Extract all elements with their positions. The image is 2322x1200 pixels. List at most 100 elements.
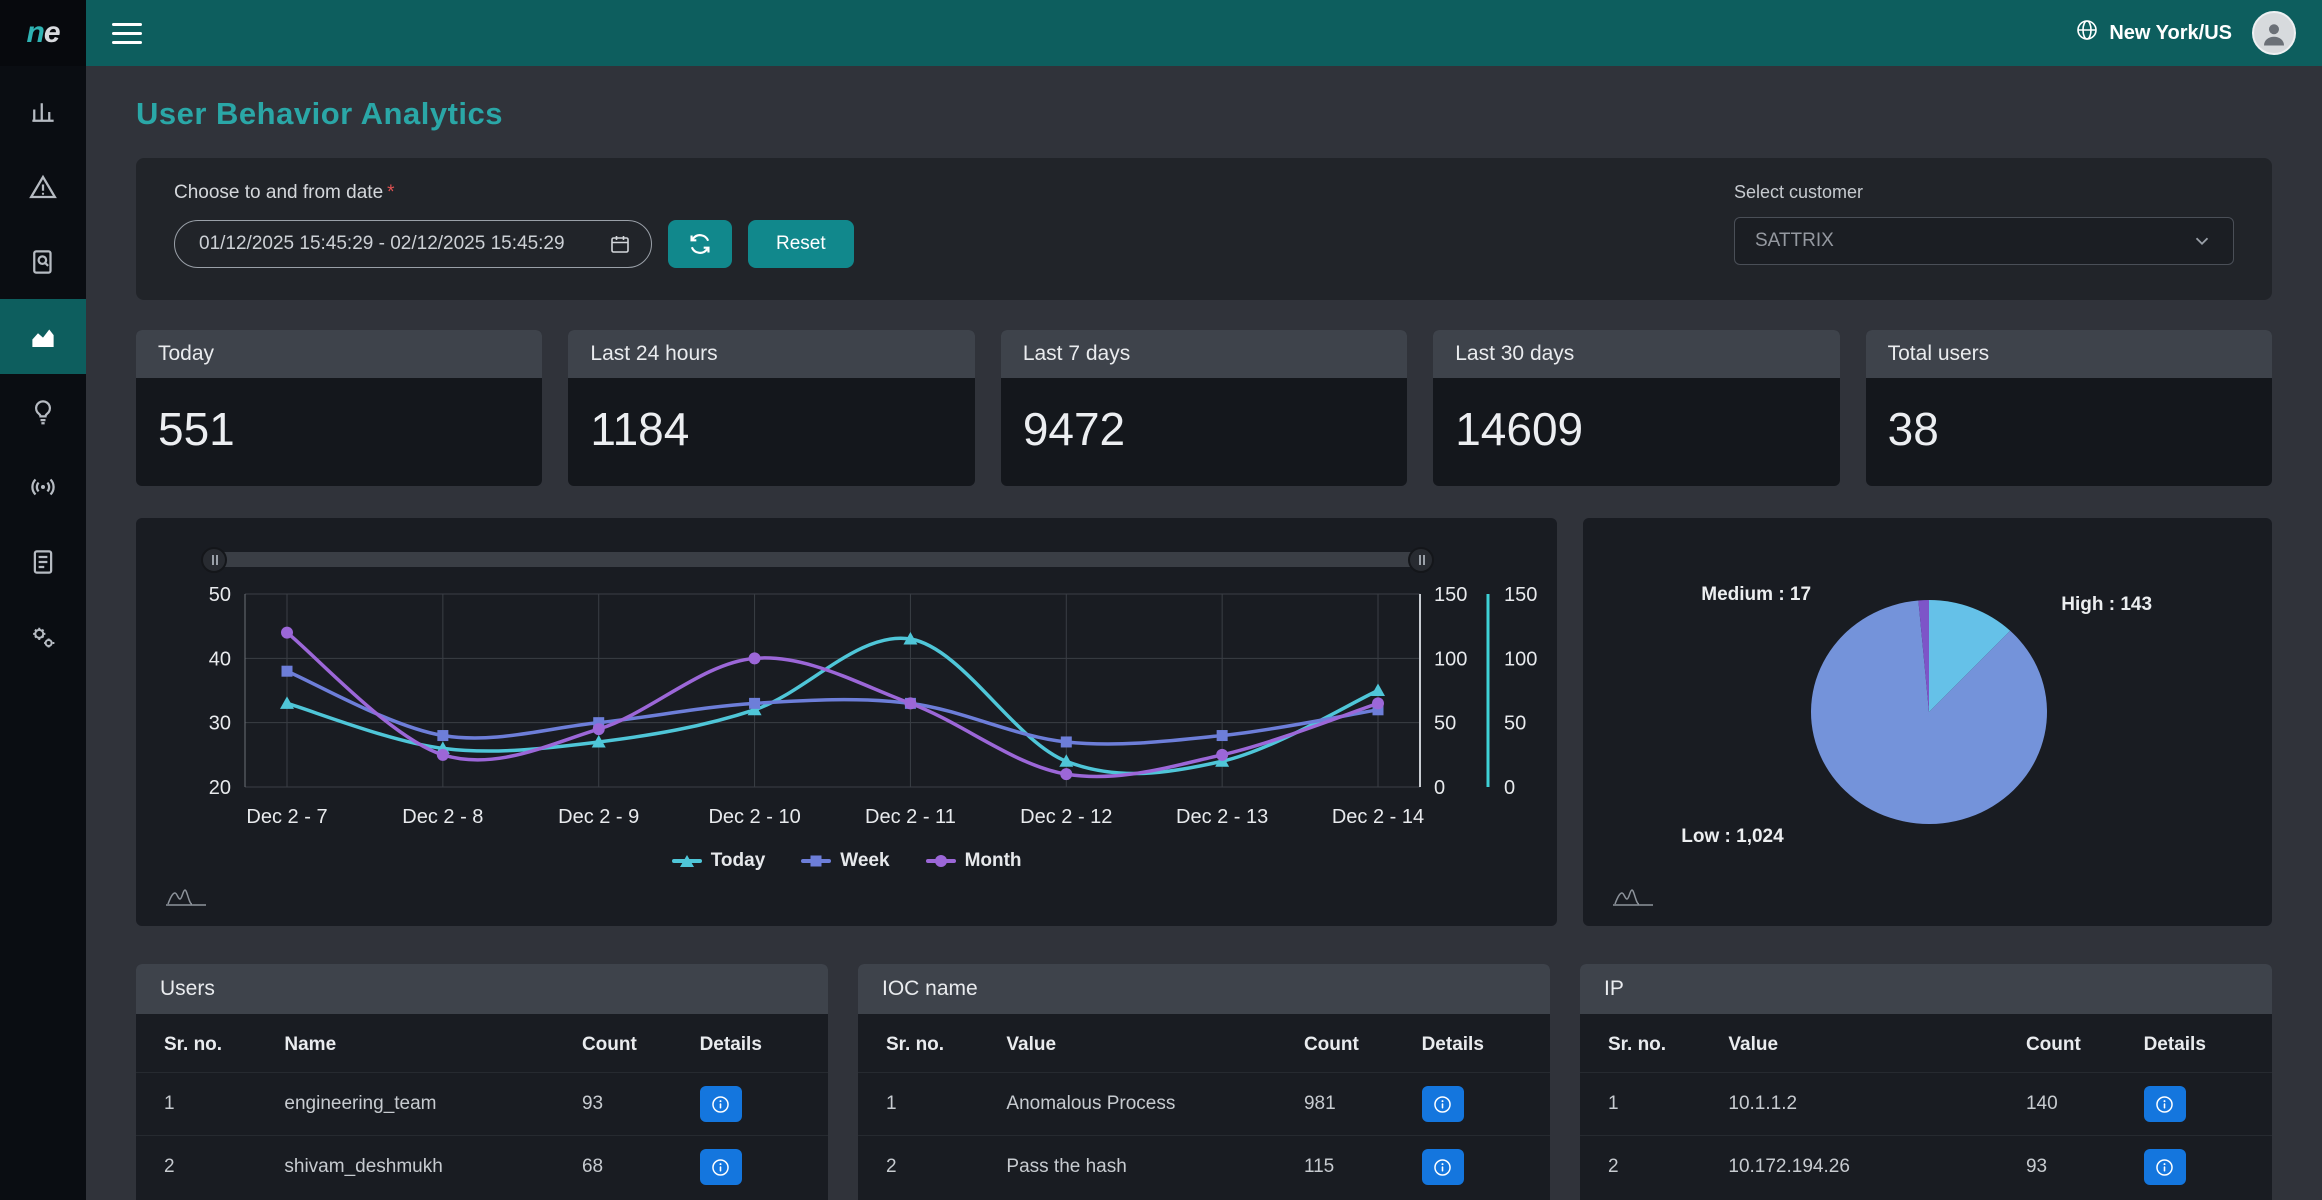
slider-handle-left[interactable] (201, 547, 227, 573)
sidebar-item-reports[interactable] (0, 524, 86, 599)
cell-name: shivam_deshmukh (274, 1136, 572, 1199)
slider-handle-right[interactable] (1408, 547, 1434, 573)
person-icon (2259, 18, 2289, 48)
warning-triangle-icon (28, 172, 58, 202)
cell-count: 68 (572, 1136, 690, 1199)
chart-navigator-icon[interactable] (1611, 885, 1655, 912)
svg-text:40: 40 (209, 648, 231, 670)
calendar-icon[interactable] (608, 232, 632, 261)
cell-sr-no: 1 (858, 1073, 996, 1136)
sidebar-item-alerts[interactable] (0, 149, 86, 224)
column-header: Count (1294, 1014, 1412, 1073)
chart-range-slider[interactable] (214, 552, 1421, 567)
sidebar-item-log-search[interactable] (0, 224, 86, 299)
column-header: Sr. no. (858, 1014, 996, 1073)
gears-icon (28, 622, 58, 652)
details-info-button[interactable] (2144, 1149, 2186, 1185)
info-icon (1432, 1094, 1453, 1115)
stat-label: Last 7 days (1001, 330, 1407, 378)
pie-chart[interactable] (1759, 566, 2099, 858)
main-content: User Behavior Analytics Choose to and fr… (86, 66, 2322, 1200)
location-selector[interactable]: New York/US (2075, 18, 2232, 48)
area-chart-icon (28, 322, 58, 352)
details-info-button[interactable] (700, 1149, 742, 1185)
cell-count: 981 (1294, 1073, 1412, 1136)
page-title: User Behavior Analytics (136, 96, 2272, 132)
document-icon (28, 547, 58, 577)
bulb-icon (28, 397, 58, 427)
user-avatar[interactable] (2252, 11, 2296, 55)
svg-text:100: 100 (1434, 648, 1467, 670)
svg-text:100: 100 (1504, 648, 1537, 670)
customer-select[interactable]: SATTRIX (1734, 217, 2234, 265)
svg-text:30: 30 (209, 713, 231, 735)
line-chart: 50403020Dec 2 - 7Dec 2 - 8Dec 2 - 9Dec 2… (170, 582, 1564, 834)
sidebar-item-insights[interactable] (0, 374, 86, 449)
sidebar-item-settings[interactable] (0, 599, 86, 674)
reset-button[interactable]: Reset (748, 220, 854, 268)
cell-sr-no: 1 (1580, 1073, 1718, 1136)
legend-marker (926, 859, 956, 863)
svg-text:20: 20 (209, 777, 231, 799)
details-info-button[interactable] (2144, 1086, 2186, 1122)
svg-text:50: 50 (1434, 713, 1456, 735)
chart-legend: Today Week Month (136, 850, 1557, 872)
pie-label-low: Low : 1,024 (1681, 826, 1783, 848)
refresh-button[interactable] (668, 220, 732, 268)
app-logo[interactable]: nnee (0, 0, 86, 66)
stat-label: Last 24 hours (568, 330, 974, 378)
bar-chart-icon (28, 97, 58, 127)
details-info-button[interactable] (1422, 1149, 1464, 1185)
column-header: Count (572, 1014, 690, 1073)
customer-select-value: SATTRIX (1755, 230, 1834, 252)
svg-text:Dec 2 - 12: Dec 2 - 12 (1020, 806, 1112, 828)
svg-text:50: 50 (1504, 713, 1526, 735)
ip-table: Sr. no. Value Count Details 1 10.1.1.2 1… (1580, 1014, 2272, 1198)
legend-label: Week (840, 850, 889, 872)
sidebar-item-analytics[interactable] (0, 74, 86, 149)
svg-text:150: 150 (1504, 584, 1537, 606)
legend-marker (672, 859, 702, 863)
svg-text:Dec 2 - 8: Dec 2 - 8 (402, 806, 483, 828)
required-asterisk: * (387, 182, 394, 203)
legend-label: Month (965, 850, 1022, 872)
info-icon (1432, 1157, 1453, 1178)
users-table: Sr. no. Name Count Details 1 engineering… (136, 1014, 828, 1198)
trend-line-chart-card: 50403020Dec 2 - 7Dec 2 - 8Dec 2 - 9Dec 2… (136, 518, 1557, 926)
table-title: IP (1580, 964, 2272, 1014)
filter-card: Choose to and from date* Reset (136, 158, 2272, 300)
globe-icon (2075, 18, 2099, 48)
chart-navigator-icon[interactable] (164, 885, 208, 912)
sidebar (0, 66, 86, 1200)
cell-name: engineering_team (274, 1073, 572, 1136)
svg-text:Dec 2 - 13: Dec 2 - 13 (1176, 806, 1268, 828)
cell-sr-no: 2 (136, 1136, 274, 1199)
details-info-button[interactable] (1422, 1086, 1464, 1122)
legend-item-month[interactable]: Month (926, 850, 1022, 872)
cell-sr-no: 1 (136, 1073, 274, 1136)
table-row: 1 10.1.1.2 140 (1580, 1073, 2272, 1136)
stat-card-last-30-days: Last 30 days 14609 (1433, 330, 1839, 486)
table-row: 1 engineering_team 93 (136, 1073, 828, 1136)
charts-row: 50403020Dec 2 - 7Dec 2 - 8Dec 2 - 9Dec 2… (136, 518, 2272, 926)
ip-table-card: IP Sr. no. Value Count Details 1 10.1.1.… (1580, 964, 2272, 1200)
info-icon (710, 1157, 731, 1178)
details-info-button[interactable] (700, 1086, 742, 1122)
stat-card-last-7-days: Last 7 days 9472 (1001, 330, 1407, 486)
legend-marker (801, 859, 831, 863)
ioc-table: Sr. no. Value Count Details 1 Anomalous … (858, 1014, 1550, 1198)
cell-value: 10.172.194.26 (1718, 1136, 2016, 1199)
sidebar-item-behavior-analytics[interactable] (0, 299, 86, 374)
stats-row: Today 551 Last 24 hours 1184 Last 7 days… (136, 330, 2272, 486)
cell-count: 140 (2016, 1073, 2134, 1136)
table-title: IOC name (858, 964, 1550, 1014)
cell-count: 93 (572, 1073, 690, 1136)
legend-item-today[interactable]: Today (672, 850, 766, 872)
sidebar-item-live-monitor[interactable] (0, 449, 86, 524)
legend-item-week[interactable]: Week (801, 850, 889, 872)
cell-sr-no: 2 (1580, 1136, 1718, 1199)
menu-icon[interactable] (112, 17, 142, 50)
column-header: Details (690, 1014, 828, 1073)
stat-label: Today (136, 330, 542, 378)
date-range-input[interactable] (174, 220, 652, 268)
